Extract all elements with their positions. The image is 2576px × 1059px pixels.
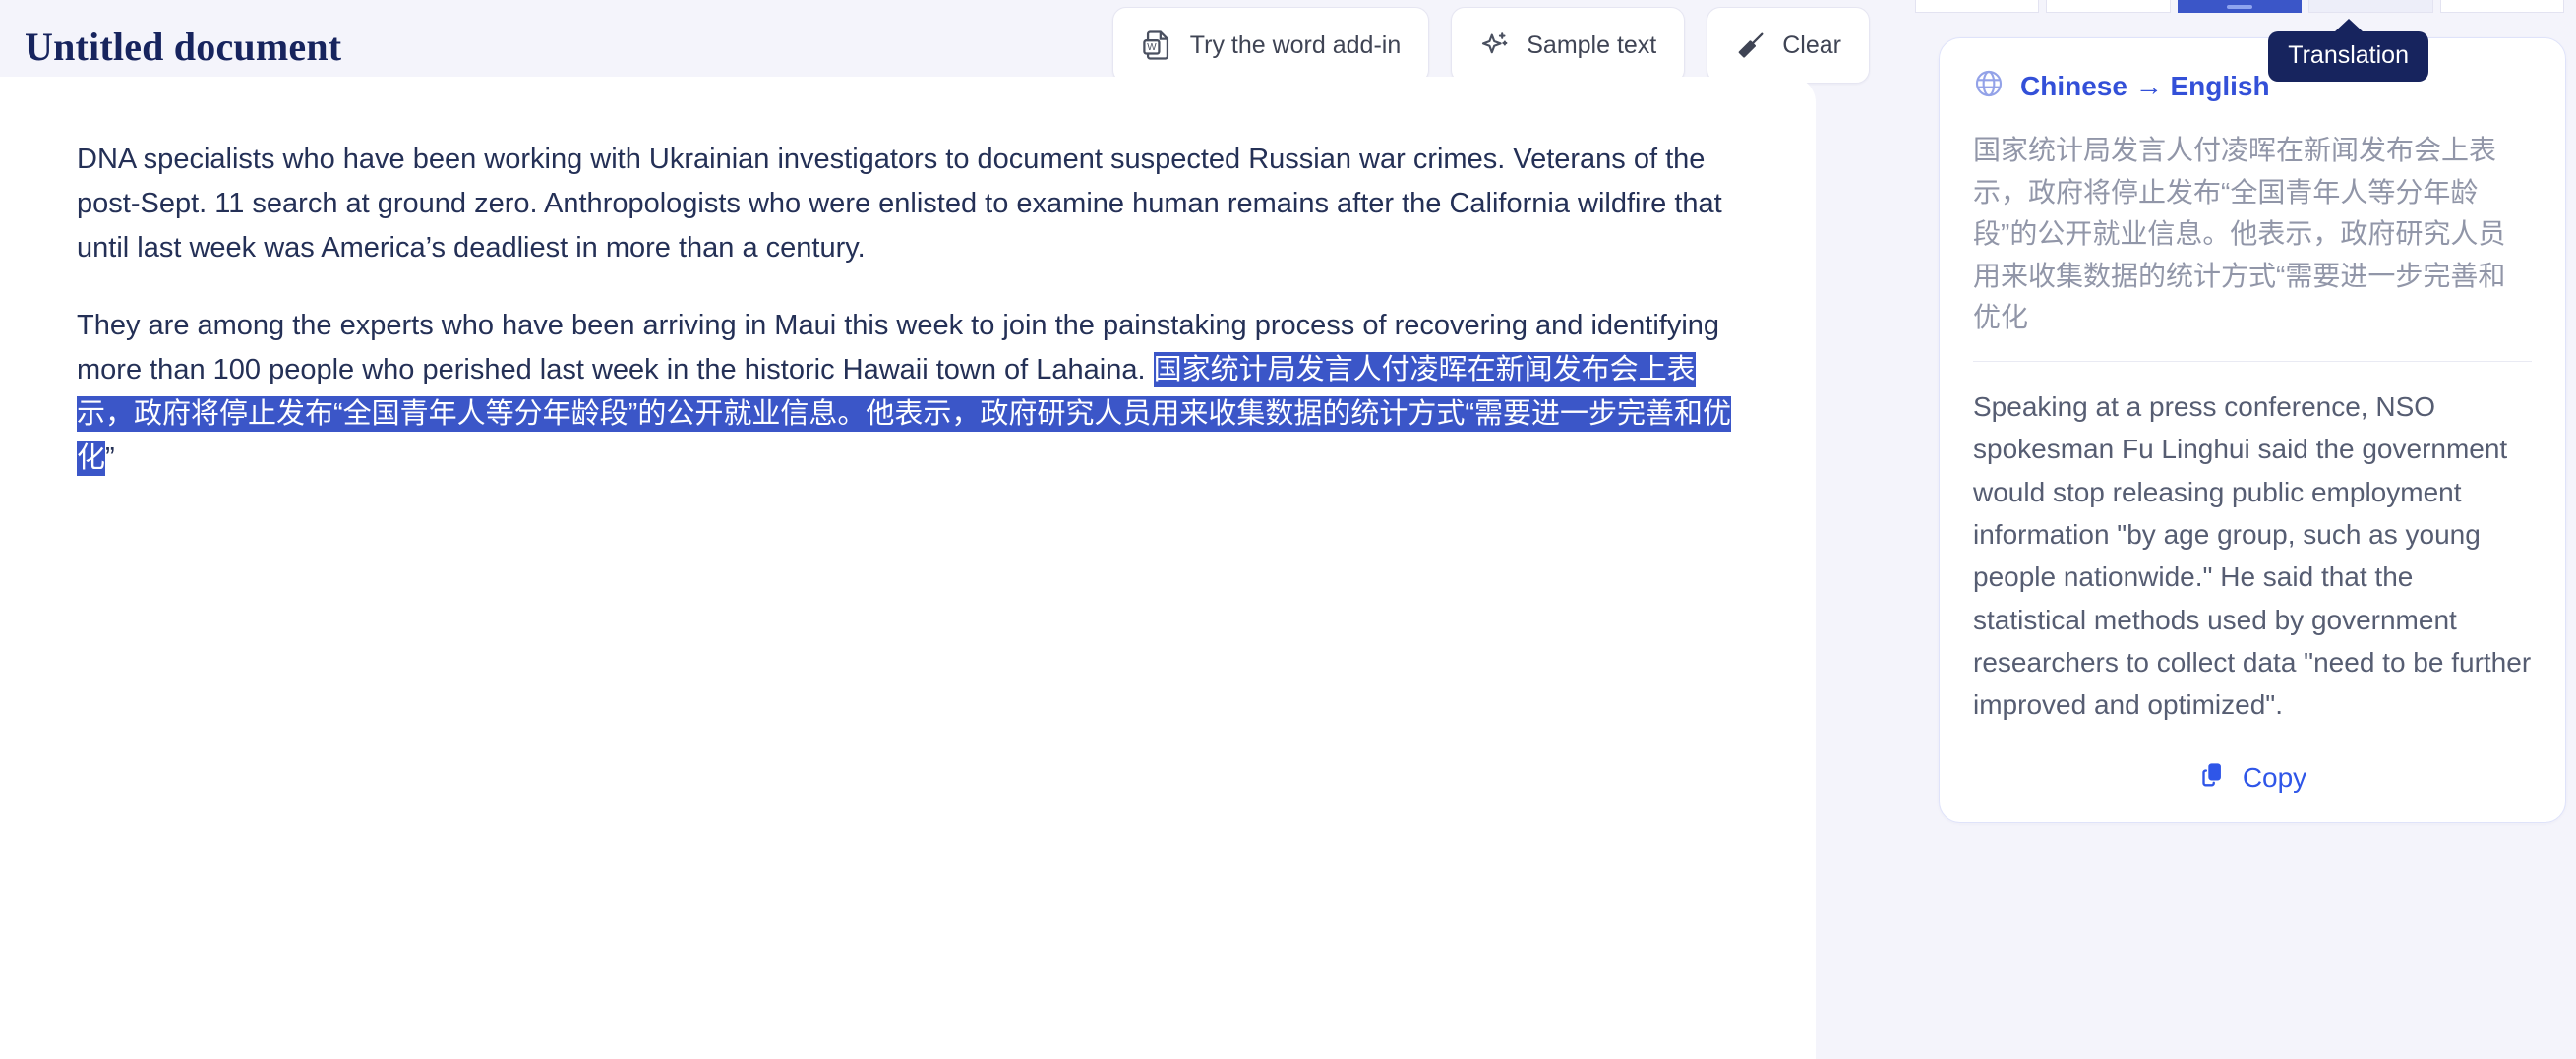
document-paragraph: They are among the experts who have been…	[77, 304, 1739, 481]
sidebar-tab[interactable]	[2046, 0, 2171, 13]
copy-label: Copy	[2242, 762, 2307, 794]
clear-button[interactable]: Clear	[1707, 7, 1870, 84]
sidebar-panel: Translation Chinese → English 国家统计局发言人付凌…	[1903, 0, 2576, 1059]
translation-tooltip: Translation	[2268, 31, 2428, 82]
translation-output-text: Speaking at a press conference, NSO spok…	[1973, 390, 2532, 721]
sample-text-button[interactable]: Sample text	[1451, 7, 1686, 84]
app-root: Untitled document W Try the word add-in	[0, 0, 2576, 1059]
try-word-addin-label: Try the word add-in	[1189, 30, 1402, 59]
copy-button[interactable]: Copy	[2198, 760, 2306, 796]
sidebar-tabstrip	[1915, 0, 2564, 13]
word-document-icon: W	[1141, 29, 1174, 62]
sidebar-tab[interactable]	[1915, 0, 2040, 13]
try-word-addin-button[interactable]: W Try the word add-in	[1111, 7, 1430, 84]
document-sheet[interactable]: DNA specialists who have been working wi…	[0, 77, 1816, 1059]
sidebar-tab[interactable]	[2308, 0, 2433, 13]
translation-card-footer: Copy	[1973, 760, 2532, 796]
document-paragraph: DNA specialists who have been working wi…	[77, 144, 1722, 264]
sample-text-label: Sample text	[1527, 30, 1657, 59]
broom-icon	[1735, 29, 1767, 61]
document-body[interactable]: DNA specialists who have been working wi…	[0, 77, 1816, 481]
page-title[interactable]: Untitled document	[25, 24, 341, 70]
trailing-quote: ”	[105, 441, 115, 474]
globe-icon	[1973, 68, 2005, 104]
header-actions: W Try the word add-in Sample text Clear	[1111, 7, 1870, 84]
translation-card: Chinese → English 国家统计局发言人付凌晖在新闻发布会上表示，政…	[1939, 37, 2566, 823]
sidebar-tab[interactable]	[2439, 0, 2564, 13]
copy-icon	[2198, 760, 2228, 796]
language-pair-label: Chinese → English	[2020, 70, 2270, 101]
translation-divider	[1973, 360, 2532, 362]
sparkle-star-icon	[1479, 29, 1511, 61]
translation-source-text: 国家统计局发言人付凌晖在新闻发布会上表示，政府将停止发布“全国青年人等分年龄段”…	[1973, 135, 2506, 333]
sidebar-tab-translation[interactable]	[2177, 0, 2303, 13]
editor-column: Untitled document W Try the word add-in	[0, 0, 1903, 1059]
translation-card-header: Chinese → English	[1973, 68, 2532, 104]
svg-text:W: W	[1147, 42, 1157, 53]
clear-label: Clear	[1782, 30, 1841, 59]
